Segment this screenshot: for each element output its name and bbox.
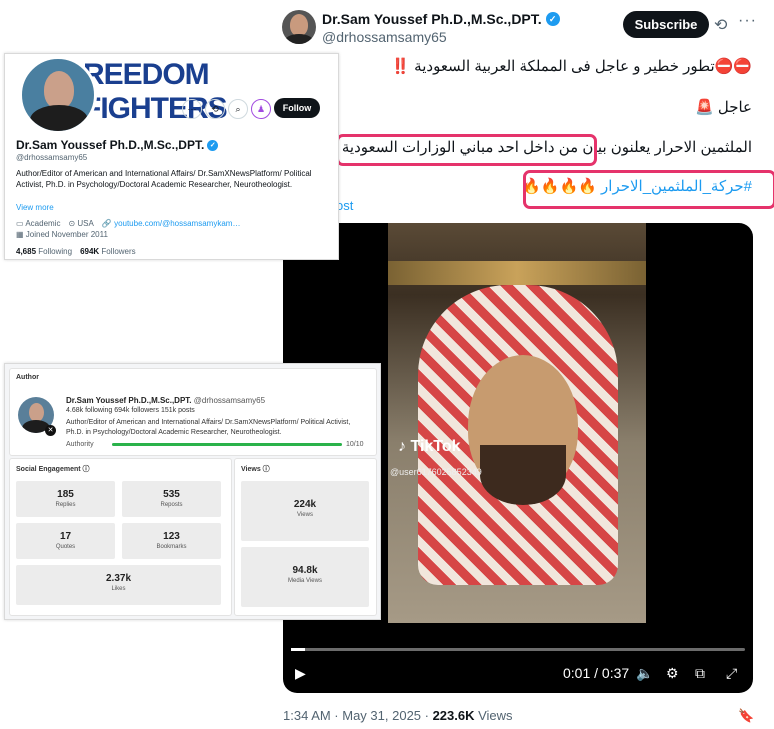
social-engagement-section: Social Engagement ⓘ 185 Replies 535 Repost… [9, 458, 232, 616]
stat-replies: 185 Replies [16, 481, 115, 517]
highlight-box [336, 134, 597, 166]
stat-likes: 2.37k Likes [16, 565, 221, 605]
video-time: 0:01 / 0:37 [563, 665, 630, 681]
play-icon[interactable]: ▶ [295, 665, 306, 682]
section-title: Social Engagement ⓘ [16, 466, 90, 473]
follow-counts: 4,685 Following 694K Followers [16, 247, 136, 256]
stat-bookmarks: 123 Bookmarks [122, 523, 221, 559]
author-stats: 4.68k following 694k followers 151k post… [66, 407, 195, 414]
highlight-box [523, 170, 774, 209]
bookmark-icon[interactable]: 🔖 [738, 708, 754, 724]
category-item: ▭ Academic [16, 219, 61, 228]
tweet-line-1: ⛔⛔تطور خطير و عاجل فى المملكة العربية ال… [391, 58, 752, 75]
website-item: 🔗 youtube.com/@hossamsamykam… [101, 219, 241, 228]
author-avatar[interactable] [282, 10, 316, 44]
profile-info: ▭ Academic ⊙ USA 🔗 youtube.com/@hossamsa… [16, 219, 240, 228]
profile-name: Dr.Sam Youssef Ph.D.,M.Sc.,DPT. [16, 138, 205, 152]
view-more-link: View more [16, 203, 54, 212]
video-progress-bar[interactable] [291, 648, 745, 651]
profile-handle: @drhossamsamy65 [16, 153, 88, 162]
tweet-meta: 1:34 AM · May 31, 2025 · 223.6K Views [283, 708, 513, 723]
author-handle[interactable]: @drhossamsamy65 [322, 29, 447, 45]
joined-date: ▦ Joined November 2011 [16, 230, 108, 239]
profile-card-screenshot: REEDOM FIGHTERS ··· ⟲ ⌕ ♟ Follow Dr.Sam … [4, 53, 339, 260]
tiktok-user-watermark: @user6176025852349 [390, 467, 482, 477]
follow-button: Follow [274, 98, 320, 118]
more-icon: ··· [182, 99, 202, 119]
subscribe-icon: ♟ [251, 99, 271, 119]
timestamp[interactable]: 1:34 AM · May 31, 2025 · [283, 708, 433, 723]
more-icon[interactable]: ··· [738, 12, 757, 30]
verified-icon: ✓ [207, 139, 219, 151]
stat-quotes: 17 Quotes [16, 523, 115, 559]
settings-icon[interactable]: ⚙ [666, 665, 679, 682]
profile-bio: Author/Editor of American and Internatio… [16, 169, 312, 189]
views-label: Views [474, 708, 513, 723]
stat-media-views: 94.8k Media Views [241, 547, 369, 607]
author-section: Author ✕ Dr.Sam Youssef Ph.D.,M.Sc.,DPT.… [9, 368, 377, 456]
verified-icon: ✓ [545, 12, 560, 26]
author-name[interactable]: Dr.Sam Youssef Ph.D.,M.Sc.,DPT. [322, 11, 542, 27]
stat-views: 224k Views [241, 481, 369, 541]
profile-avatar [19, 56, 97, 134]
section-title: Views ⓘ [241, 466, 270, 473]
authority-label: Authority [66, 441, 94, 448]
tiktok-watermark: ♪ TikTok [398, 438, 461, 455]
author-bio: Author/Editor of American and Internatio… [66, 419, 351, 436]
author-name: Dr.Sam Youssef Ph.D.,M.Sc.,DPT. @drhossa… [66, 396, 266, 405]
location-item: ⊙ USA [68, 219, 94, 228]
authority-bar [112, 443, 342, 446]
search-icon: ⌕ [228, 99, 248, 119]
location-icon: ⊙ [68, 219, 76, 228]
pip-icon[interactable]: ⧉ [695, 665, 705, 682]
views-count: 223.6K [432, 708, 475, 723]
section-title: Author [16, 374, 39, 381]
authority-value: 10/10 [346, 441, 364, 448]
video-frame [388, 223, 646, 623]
calendar-icon: ▦ [16, 230, 24, 239]
briefcase-icon: ▭ [16, 219, 24, 228]
author-stats-screenshot: Author ✕ Dr.Sam Youssef Ph.D.,M.Sc.,DPT.… [4, 363, 381, 620]
subscribe-button[interactable]: Subscribe [623, 11, 709, 38]
tweet-line-2: عاجل 🚨 [695, 99, 752, 116]
fullscreen-icon[interactable]: ⤢ [726, 665, 737, 682]
views-section: Views ⓘ 224k Views 94.8k Media Views [234, 458, 377, 616]
volume-icon[interactable]: 🔈 [636, 665, 653, 682]
stat-reposts: 535 Reposts [122, 481, 221, 517]
grok-icon[interactable]: ⟲ [714, 15, 727, 35]
author-name-row[interactable]: Dr.Sam Youssef Ph.D.,M.Sc.,DPT. ✓ [322, 11, 560, 27]
x-logo-icon: ✕ [45, 425, 56, 436]
link-icon: 🔗 [101, 219, 112, 228]
grok-icon: ⟲ [205, 99, 225, 119]
profile-name-row: Dr.Sam Youssef Ph.D.,M.Sc.,DPT. ✓ [16, 138, 219, 152]
